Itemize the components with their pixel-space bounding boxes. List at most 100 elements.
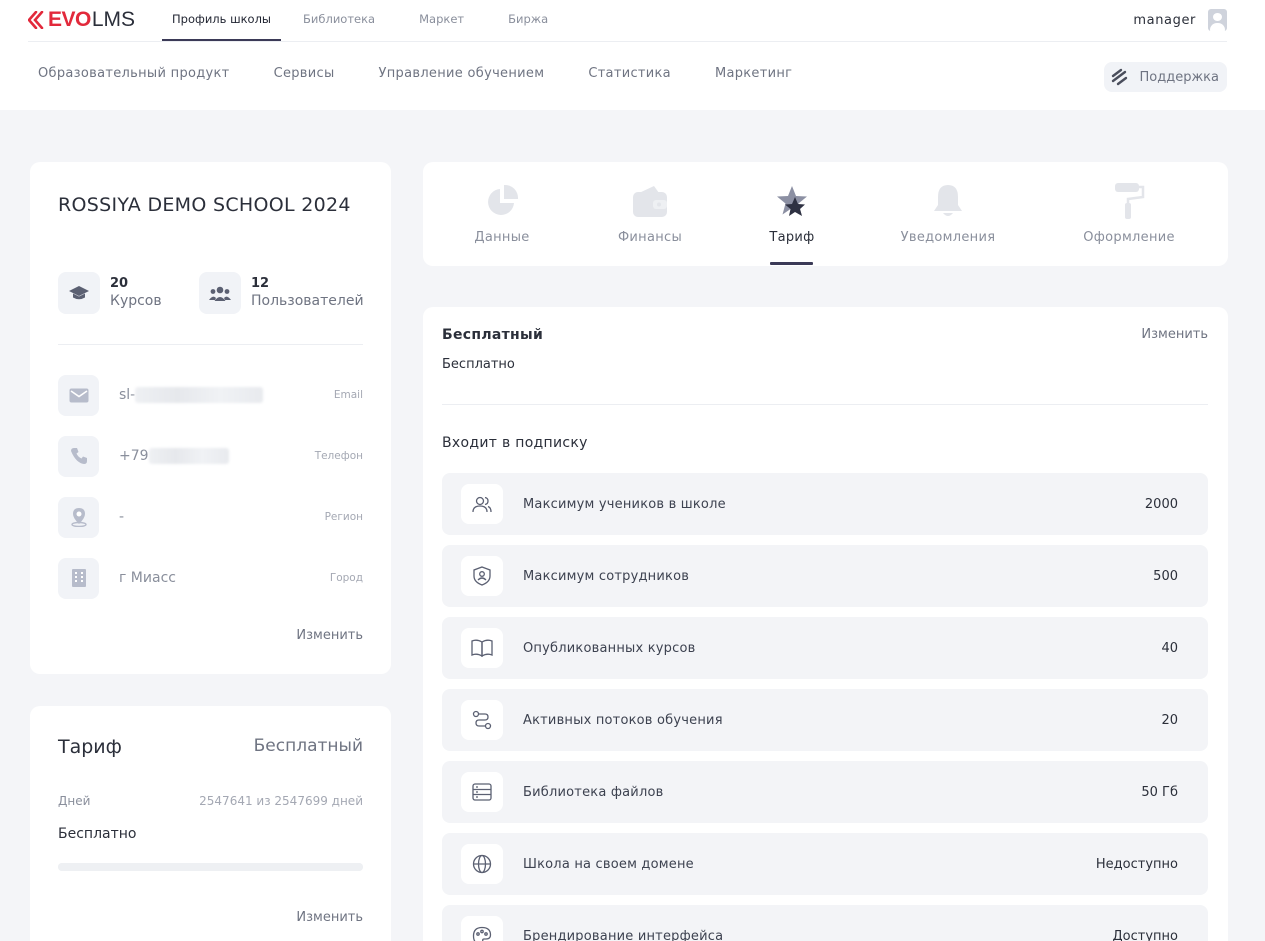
- tariff-edit-link[interactable]: Изменить: [296, 910, 363, 925]
- feature-label: Опубликованных курсов: [523, 640, 696, 656]
- tab-appearance[interactable]: Оформление: [1059, 180, 1199, 245]
- user-avatar-icon: [1208, 9, 1227, 31]
- feature-row: Опубликованных курсов 40: [442, 617, 1208, 679]
- logo-lms-text: LMS: [91, 8, 136, 31]
- user-name: manager: [1133, 12, 1196, 28]
- tariff-summary-plan: Бесплатный: [253, 736, 363, 756]
- tariff-summary-price: Бесплатно: [58, 826, 137, 842]
- feature-row: Активных потоков обучения 20: [442, 689, 1208, 751]
- phone-redacted: [148, 448, 229, 464]
- support-label: Поддержка: [1139, 69, 1220, 85]
- school-info-card: ROSSIYA DEMO SCHOOL 2024 20 Курсов 12 По…: [30, 162, 391, 674]
- courses-count: 20: [110, 276, 129, 291]
- tab-notifications-label: Уведомления: [900, 230, 996, 245]
- feature-value: Доступно: [1112, 928, 1178, 941]
- school-title: ROSSIYA DEMO SCHOOL 2024: [58, 194, 351, 216]
- top-tabs: Профиль школы Библиотека Маркет Биржа: [162, 0, 570, 41]
- users-icon: [461, 484, 503, 524]
- tariff-summary-title: Тариф: [58, 736, 122, 758]
- feature-row: Школа на своем домене Недоступно: [442, 833, 1208, 895]
- evo-lms-logo[interactable]: EVO LMS: [28, 8, 135, 32]
- feature-value: 2000: [1144, 496, 1178, 512]
- header-divider: [28, 41, 1227, 42]
- top-tab-exchange[interactable]: Биржа: [486, 0, 570, 41]
- globe-icon: [461, 844, 503, 884]
- phone-value: +79: [119, 448, 315, 464]
- mail-icon: [58, 374, 99, 416]
- nav-statistics[interactable]: Статистика: [588, 66, 671, 81]
- support-button[interactable]: Поддержка: [1103, 62, 1227, 92]
- tab-appearance-label: Оформление: [1083, 230, 1175, 245]
- region-value: -: [119, 509, 125, 525]
- tariff-days-value: 2547641 из 2547699 дней: [199, 794, 363, 808]
- subscription-price: Бесплатно: [442, 357, 515, 372]
- email-label: Email: [333, 389, 363, 401]
- app-header: EVO LMS Профиль школы Библиотека Маркет …: [0, 0, 1265, 110]
- city-value: г Миасс: [119, 570, 176, 586]
- subscription-edit-link[interactable]: Изменить: [1141, 327, 1208, 342]
- bell-icon: [928, 180, 968, 222]
- tariff-days-progress: [58, 863, 363, 871]
- people-group-icon: [199, 272, 241, 314]
- top-tab-school-profile[interactable]: Профиль школы: [162, 0, 282, 41]
- feature-label: Максимум сотрудников: [523, 568, 690, 584]
- tariff-summary-card: Тариф Бесплатный Дней 2547641 из 2547699…: [30, 706, 391, 941]
- nav-educational-product[interactable]: Образовательный продукт: [38, 66, 230, 81]
- user-menu[interactable]: manager: [1133, 9, 1227, 31]
- school-card-divider: [58, 344, 363, 345]
- subscription-divider: [442, 404, 1208, 405]
- contact-row-city: г Миасс Город: [58, 557, 363, 599]
- evo-logo-icon: [28, 11, 44, 29]
- paint-roller-icon: [1109, 180, 1149, 222]
- subscription-plan-name: Бесплатный: [442, 327, 544, 343]
- graduation-cap-icon: [58, 272, 100, 314]
- tab-data-label: Данные: [474, 230, 530, 245]
- top-tab-library[interactable]: Библиотека: [281, 0, 397, 41]
- nav-learning-management[interactable]: Управление обучением: [379, 66, 545, 81]
- feature-value: Недоступно: [1095, 856, 1178, 872]
- tab-tariff-label: Тариф: [769, 230, 815, 245]
- tab-finance[interactable]: Финансы: [580, 180, 720, 245]
- feature-value: 20: [1161, 712, 1178, 728]
- phone-label: Телефон: [314, 450, 363, 462]
- courses-label: Курсов: [110, 293, 162, 309]
- tab-notifications[interactable]: Уведомления: [878, 180, 1018, 245]
- tab-tariff[interactable]: Тариф: [722, 180, 862, 245]
- feature-value: 500: [1153, 568, 1178, 584]
- school-edit-link[interactable]: Изменить: [296, 628, 363, 643]
- phone-icon: [58, 435, 99, 477]
- nav-marketing[interactable]: Маркетинг: [715, 66, 792, 81]
- contact-row-email: sl- Email: [58, 374, 363, 416]
- wallet-icon: [630, 180, 670, 222]
- subscription-included-title: Входит в подписку: [442, 435, 588, 451]
- profile-tabs: Данные Финансы Тариф Уведомления Оформле…: [423, 162, 1228, 266]
- contact-row-region: - Регион: [58, 496, 363, 538]
- star-icon: [772, 180, 812, 222]
- main-nav: Образовательный продукт Сервисы Управлен…: [38, 66, 792, 81]
- email-value: sl-: [119, 387, 334, 403]
- top-tab-market[interactable]: Маркет: [397, 0, 486, 41]
- feature-row: Максимум сотрудников 500: [442, 545, 1208, 607]
- feature-row: Максимум учеников в школе 2000: [442, 473, 1208, 535]
- users-stat: 12 Пользователей: [199, 272, 364, 314]
- tab-finance-label: Финансы: [617, 230, 683, 245]
- tariff-days-label: Дней: [58, 794, 91, 808]
- support-logo-icon: [1111, 68, 1127, 86]
- palette-icon: [461, 916, 503, 941]
- users-label: Пользователей: [251, 293, 364, 309]
- email-redacted: [135, 387, 264, 403]
- city-label: Город: [329, 572, 363, 584]
- nav-services[interactable]: Сервисы: [274, 66, 335, 81]
- feature-value: 40: [1161, 640, 1178, 656]
- feature-row: Библиотека файлов 50 Гб: [442, 761, 1208, 823]
- feature-label: Активных потоков обучения: [523, 712, 723, 728]
- region-label: Регион: [324, 511, 363, 523]
- route-icon: [461, 700, 503, 740]
- feature-label: Школа на своем домене: [523, 856, 694, 872]
- map-pin-icon: [58, 496, 99, 538]
- courses-stat: 20 Курсов: [58, 272, 162, 314]
- active-tab-indicator: [770, 262, 813, 265]
- tab-data[interactable]: Данные: [432, 180, 572, 245]
- users-count: 12: [251, 276, 270, 291]
- staff-shield-icon: [461, 556, 503, 596]
